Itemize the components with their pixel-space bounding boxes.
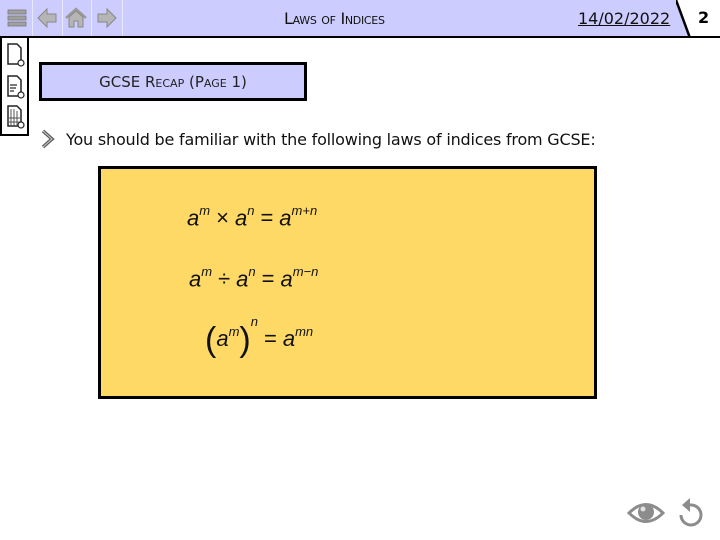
date-label: 14/02/2022 (578, 9, 671, 28)
reset-icon (679, 498, 703, 527)
home-button[interactable] (61, 0, 92, 36)
page-title: Laws of Indices (284, 9, 385, 28)
open-parenthesis: ( (205, 321, 217, 359)
exponent: mn (295, 323, 314, 339)
exponent: n (250, 313, 258, 329)
formula-division: am ÷ an = am−n (189, 264, 319, 292)
base: a (282, 326, 296, 351)
menu-icon (7, 9, 27, 27)
blank-page-icon (7, 43, 25, 67)
equals-sign: = (261, 266, 275, 292)
sidebar-item-grid-page[interactable] (6, 104, 26, 130)
back-button[interactable] (32, 0, 63, 36)
equals-sign: = (260, 205, 274, 231)
exponent: m (199, 203, 211, 218)
base: a (234, 205, 248, 231)
text-page-icon (7, 75, 25, 99)
section-title: GCSE Recap (Page 1) (99, 72, 247, 91)
base: a (236, 266, 249, 292)
exponent: m (228, 323, 240, 339)
exponent: m (201, 264, 213, 279)
base: a (187, 205, 200, 231)
formula-multiplication: am × an = am+n (187, 203, 318, 231)
forward-button[interactable] (92, 0, 123, 36)
exponent: n (247, 203, 255, 218)
back-arrow-icon (37, 7, 57, 29)
exponent: m+n (291, 203, 318, 218)
exponent: n (248, 264, 256, 279)
header-bar: Laws of Indices 14/02/2022 (0, 0, 700, 38)
base: a (280, 266, 293, 292)
page-number: 2 (698, 8, 710, 27)
eye-icon (626, 503, 666, 523)
formula-box: am × an = am+n am ÷ an = am−n (am)n= amn (98, 166, 597, 399)
sidebar (0, 38, 29, 136)
grid-page-icon (7, 105, 25, 129)
operator: ÷ (218, 266, 231, 292)
close-parenthesis: ) (239, 321, 251, 359)
exponent: m−n (292, 264, 319, 279)
operator: × (216, 205, 229, 231)
base: a (279, 205, 292, 231)
reveal-button[interactable] (626, 500, 666, 530)
bullet-item: You should be familiar with the followin… (40, 129, 596, 149)
equals-sign: = (263, 326, 277, 351)
sidebar-item-text-page[interactable] (6, 74, 26, 100)
reset-button[interactable] (676, 497, 706, 535)
home-icon (65, 7, 87, 28)
formula-power-of-power: (am)n= amn (205, 314, 314, 360)
menu-button[interactable] (2, 0, 33, 36)
chevron-right-icon (41, 129, 55, 149)
base: a (216, 326, 229, 351)
sidebar-item-blank-page[interactable] (6, 42, 26, 68)
base: a (189, 266, 202, 292)
forward-arrow-icon (97, 7, 117, 29)
section-heading-box: GCSE Recap (Page 1) (39, 62, 307, 101)
bullet-text: You should be familiar with the followin… (66, 129, 596, 149)
